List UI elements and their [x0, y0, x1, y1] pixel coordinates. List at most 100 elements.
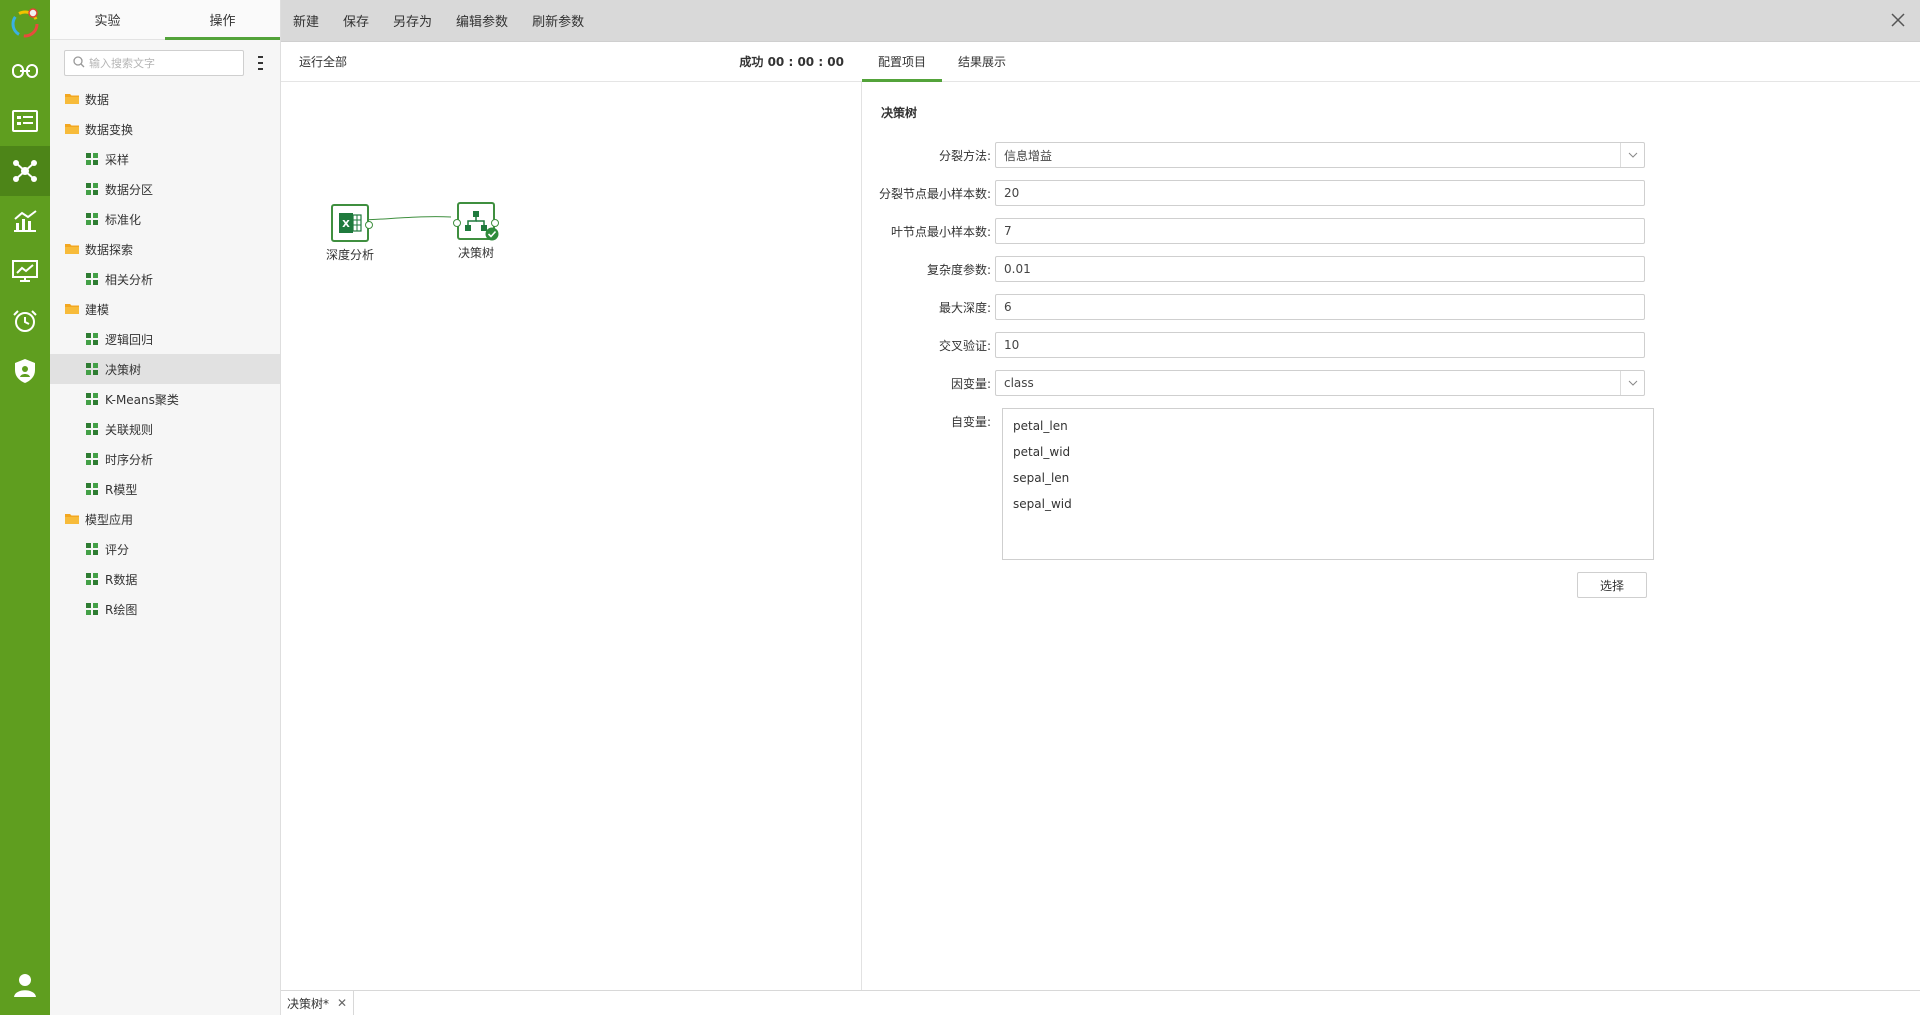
tree-folder[interactable]: 数据探索 — [50, 234, 280, 264]
menu-icon[interactable] — [254, 56, 266, 70]
workflow-canvas[interactable]: X 深度分析 决策树 — [281, 82, 862, 990]
tree-label: R模型 — [105, 482, 138, 497]
tree-label: R绘图 — [105, 602, 138, 617]
node-decision-tree[interactable]: 决策树 — [453, 202, 499, 261]
tree-label: 决策树 — [105, 362, 142, 377]
max-depth-input[interactable]: 6 — [995, 294, 1645, 320]
operator-icon — [84, 271, 100, 287]
tree-item[interactable]: 决策树 — [50, 354, 280, 384]
sidebar-tabs: 实验 操作 — [50, 0, 280, 40]
tree-item[interactable]: K-Means聚类 — [50, 384, 280, 414]
tab-experiment[interactable]: 实验 — [50, 0, 165, 39]
chart-icon[interactable] — [0, 196, 50, 246]
user-icon[interactable] — [0, 973, 50, 997]
close-icon[interactable]: ✕ — [337, 996, 347, 1010]
operator-icon — [84, 481, 100, 497]
tab-decision-tree[interactable]: 决策树* ✕ — [281, 990, 355, 1015]
app-logo[interactable] — [0, 0, 50, 46]
operator-icon — [84, 601, 100, 617]
tree-item[interactable]: 采样 — [50, 144, 280, 174]
toolbar: 新建 保存 另存为 编辑参数 刷新参数 — [281, 0, 1920, 42]
tree-item[interactable]: 时序分析 — [50, 444, 280, 474]
select-value: 信息增益 — [1004, 148, 1053, 163]
operator-icon — [84, 211, 100, 227]
tree-label: 数据变换 — [85, 122, 134, 137]
shield-user-icon[interactable] — [0, 346, 50, 396]
operator-icon — [84, 181, 100, 197]
tab-config[interactable]: 配置项目 — [862, 41, 943, 82]
alarm-clock-icon[interactable] — [0, 296, 50, 346]
tree-item[interactable]: 相关分析 — [50, 264, 280, 294]
operation-tree: 数据数据变换采样 数据分区 标准化数据探索相关分析 建模 逻辑回归决策树 K-Means聚… — [50, 84, 280, 624]
excel-icon: X — [331, 204, 373, 242]
field-complexity: 复杂度参数: 0.01 — [862, 256, 1645, 282]
svg-text:X: X — [342, 219, 350, 230]
refresh-params-button[interactable]: 刷新参数 — [532, 11, 584, 30]
input-port[interactable] — [453, 219, 461, 227]
tree-item[interactable]: R绘图 — [50, 594, 280, 624]
network-icon[interactable] — [0, 146, 50, 196]
node-deep-analysis[interactable]: X 深度分析 — [326, 204, 374, 263]
link-icon[interactable] — [0, 46, 50, 96]
min-split-samples-input[interactable]: 20 — [995, 180, 1645, 206]
output-port[interactable] — [365, 221, 373, 229]
chevron-down-icon[interactable] — [1620, 143, 1644, 167]
tree-folder[interactable]: 模型应用 — [50, 504, 280, 534]
save-button[interactable]: 保存 — [343, 11, 369, 30]
operator-icon — [84, 331, 100, 347]
tree-folder[interactable]: 数据 — [50, 84, 280, 114]
field-min-leaf-samples: 叶节点最小样本数: 7 — [862, 218, 1645, 244]
bottom-tab-bar: 决策树* ✕ — [281, 990, 1920, 1015]
complexity-input[interactable]: 0.01 — [995, 256, 1645, 282]
cross-validation-input[interactable]: 10 — [995, 332, 1645, 358]
field-label: 叶节点最小样本数: — [890, 224, 991, 239]
search-input[interactable] — [89, 56, 239, 70]
dependent-var-select[interactable]: class — [995, 370, 1645, 396]
independent-vars-list[interactable]: petal_len petal_wid sepal_len sepal_wid — [1002, 408, 1654, 560]
tree-label: 数据 — [85, 92, 110, 107]
tree-folder[interactable]: 建模 — [50, 294, 280, 324]
field-label: 交叉验证: — [938, 338, 991, 353]
tab-results[interactable]: 结果展示 — [942, 41, 1022, 81]
tree-label: 数据探索 — [85, 242, 134, 257]
close-icon[interactable] — [1890, 12, 1906, 28]
tree-item[interactable]: 关联规则 — [50, 414, 280, 444]
run-status: 成功 00 : 00 : 00 — [739, 55, 844, 69]
operator-icon — [84, 421, 100, 437]
tree-folder[interactable]: 数据变换 — [50, 114, 280, 144]
section-title: 决策树 — [881, 106, 918, 120]
edit-params-button[interactable]: 编辑参数 — [456, 11, 508, 30]
list-item[interactable]: sepal_wid — [1003, 491, 1653, 517]
operator-icon — [84, 391, 100, 407]
min-leaf-samples-input[interactable]: 7 — [995, 218, 1645, 244]
new-button[interactable]: 新建 — [293, 11, 319, 30]
field-label: 分裂方法: — [938, 148, 991, 163]
chevron-down-icon[interactable] — [1620, 371, 1644, 395]
run-all-button[interactable]: 运行全部 — [299, 53, 347, 70]
field-label: 分裂节点最小样本数: — [878, 186, 991, 201]
field-independent-vars: 自变量: — [862, 408, 995, 434]
list-card-icon[interactable] — [0, 96, 50, 146]
field-cross-validation: 交叉验证: 10 — [862, 332, 1645, 358]
save-as-button[interactable]: 另存为 — [393, 11, 432, 30]
tab-operation[interactable]: 操作 — [165, 0, 280, 40]
field-split-method: 分裂方法: 信息增益 — [862, 142, 1645, 168]
tree-item[interactable]: 评分 — [50, 534, 280, 564]
select-button[interactable]: 选择 — [1577, 572, 1647, 598]
list-item[interactable]: petal_len — [1003, 413, 1653, 439]
folder-icon — [64, 511, 80, 527]
tab-label: 决策树* — [287, 996, 330, 1011]
field-dependent-var: 因变量: class — [862, 370, 1645, 396]
tree-item[interactable]: R数据 — [50, 564, 280, 594]
tree-item[interactable]: 标准化 — [50, 204, 280, 234]
monitor-icon[interactable] — [0, 246, 50, 296]
split-method-select[interactable]: 信息增益 — [995, 142, 1645, 168]
folder-icon — [64, 241, 80, 257]
sidebar: 实验 操作 数据数据变换采样数据分区标准化数据探索相关分析建模逻辑回归决策树 K-… — [50, 0, 281, 1015]
output-port[interactable] — [491, 219, 499, 227]
tree-item[interactable]: R模型 — [50, 474, 280, 504]
tree-item[interactable]: 逻辑回归 — [50, 324, 280, 354]
list-item[interactable]: petal_wid — [1003, 439, 1653, 465]
list-item[interactable]: sepal_len — [1003, 465, 1653, 491]
tree-item[interactable]: 数据分区 — [50, 174, 280, 204]
